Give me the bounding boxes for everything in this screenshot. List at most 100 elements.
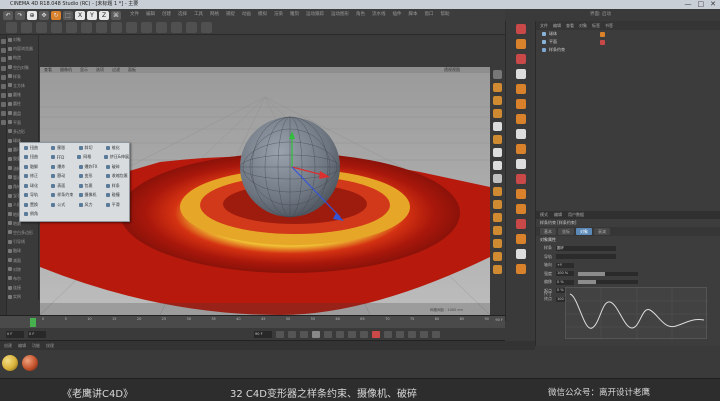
z-axis-lock-icon[interactable]: Z: [99, 10, 109, 20]
points-mode-icon[interactable]: [1, 66, 6, 71]
menu-window[interactable]: 窗口: [425, 11, 434, 19]
menu-render[interactable]: 渲染: [274, 11, 283, 19]
offset-slider[interactable]: [578, 280, 638, 285]
palette-item[interactable]: 圆柱: [7, 99, 38, 108]
autokey-icon[interactable]: [384, 330, 392, 338]
popup-item[interactable]: 风力: [75, 202, 102, 208]
polygons-mode-icon[interactable]: [1, 84, 6, 89]
minimize-button[interactable]: —: [685, 0, 692, 9]
offset-input[interactable]: 0 %: [556, 279, 574, 285]
palette-item[interactable]: 对象: [7, 35, 38, 44]
current-frame-field[interactable]: 0 F: [6, 330, 24, 338]
redo-icon[interactable]: ↷: [15, 10, 25, 20]
deformer-icon[interactable]: [111, 22, 122, 33]
popup-item[interactable]: 斜切: [75, 145, 102, 151]
popup-item[interactable]: 公式: [47, 202, 74, 208]
rotation-key-icon[interactable]: [420, 330, 428, 338]
axis-mode-icon[interactable]: [1, 93, 6, 98]
keyframe-selection-icon[interactable]: [396, 330, 404, 338]
play-icon[interactable]: [312, 330, 320, 338]
white-tool-icon[interactable]: [493, 122, 502, 131]
popup-item[interactable]: 样条: [102, 183, 129, 189]
popup-item[interactable]: FFD: [47, 155, 74, 160]
orange-tool-icon[interactable]: [516, 39, 526, 49]
white-tool-icon[interactable]: [516, 129, 526, 139]
array-icon[interactable]: [96, 22, 107, 33]
spline-pen-icon[interactable]: [66, 22, 77, 33]
start-frame-field[interactable]: 0 F: [28, 330, 46, 338]
camera-icon[interactable]: [141, 22, 152, 33]
rail-link-field[interactable]: [556, 254, 616, 260]
end-frame-field[interactable]: 90 F: [254, 330, 272, 338]
white-tool-icon[interactable]: [493, 148, 502, 157]
menu-mesh[interactable]: 网格: [210, 11, 219, 19]
tag-icon[interactable]: [201, 22, 212, 33]
size-spline-graph[interactable]: [565, 287, 708, 340]
popup-item-spline-wrap[interactable]: 样条约束: [47, 192, 74, 198]
white-tool-icon[interactable]: [516, 249, 526, 259]
object-row-plane[interactable]: 平面: [536, 38, 720, 46]
orange-tool-icon[interactable]: [516, 189, 526, 199]
prev-frame-icon[interactable]: [300, 330, 308, 338]
prev-key-icon[interactable]: [288, 330, 296, 338]
white-tool-icon[interactable]: [493, 161, 502, 170]
menu-snap[interactable]: 捕捉: [226, 11, 235, 19]
viewport-menu-display[interactable]: 显示: [80, 67, 88, 73]
am-menu-edit[interactable]: 编辑: [554, 211, 562, 219]
layout-selector[interactable]: 界面: 启动: [590, 11, 611, 19]
scene-icon[interactable]: [126, 22, 137, 33]
palette-item[interactable]: 多边形: [7, 127, 38, 136]
palette-item[interactable]: 连接: [7, 283, 38, 292]
menu-tools[interactable]: 工具: [194, 11, 203, 19]
tab-object[interactable]: 对象: [576, 228, 592, 235]
record-icon[interactable]: [372, 330, 380, 338]
orange-tool-icon[interactable]: [493, 213, 502, 222]
tab-basic[interactable]: 基本: [540, 228, 556, 235]
popup-item[interactable]: 平滑: [102, 202, 129, 208]
popup-item[interactable]: 置换: [20, 202, 47, 208]
popup-item[interactable]: 摄像机: [75, 192, 102, 198]
popup-item[interactable]: 网格: [73, 154, 100, 160]
material-tag-icon[interactable]: [600, 39, 605, 45]
red-tool-icon[interactable]: [516, 24, 526, 34]
orange-tool-icon[interactable]: [493, 265, 502, 274]
popup-item[interactable]: 表面: [47, 183, 74, 189]
orange-tool-icon[interactable]: [516, 144, 526, 154]
close-button[interactable]: ✕: [710, 0, 716, 9]
current-frame-marker[interactable]: [30, 318, 36, 327]
loop-icon[interactable]: [360, 330, 368, 338]
strength-slider[interactable]: [578, 271, 638, 276]
lock-workplane-icon[interactable]: [1, 120, 6, 125]
palette-item[interactable]: 内容浏览器: [7, 44, 38, 53]
palette-item[interactable]: 对称: [7, 265, 38, 274]
viewport-menu-options[interactable]: 选项: [96, 67, 104, 73]
material-swatch-red[interactable]: [22, 355, 38, 371]
popup-item[interactable]: 爆炸FX: [75, 164, 102, 170]
palette-item[interactable]: 平面: [7, 118, 38, 127]
menu-file[interactable]: 文件: [130, 11, 139, 19]
om-menu-edit[interactable]: 编辑: [553, 21, 561, 30]
tab-falloff[interactable]: 衰减: [594, 228, 610, 235]
am-menu-userdata[interactable]: 用户数据: [568, 211, 584, 219]
x-axis-lock-icon[interactable]: X: [75, 10, 85, 20]
menu-mograph[interactable]: 运动图形: [331, 11, 349, 19]
material-tag-icon[interactable]: [600, 31, 605, 37]
floor-icon[interactable]: [171, 22, 182, 33]
orange-tool-icon[interactable]: [493, 83, 502, 92]
om-menu-view[interactable]: 查看: [566, 21, 574, 30]
om-menu-tags[interactable]: 标签: [592, 21, 600, 30]
viewport-menu-view[interactable]: 查看: [44, 67, 52, 73]
popup-item[interactable]: 挤压&伸展: [100, 154, 129, 160]
mat-menu-create[interactable]: 创建: [4, 341, 12, 350]
popup-item[interactable]: 变形: [75, 173, 102, 179]
edges-mode-icon[interactable]: [1, 75, 6, 80]
axis-dropdown[interactable]: +Y: [556, 262, 574, 268]
coordinate-system-icon[interactable]: ⌘: [111, 10, 121, 20]
orange-tool-icon[interactable]: [516, 114, 526, 124]
orange-tool-icon[interactable]: [516, 264, 526, 274]
red-tool-icon[interactable]: [516, 54, 526, 64]
snap-icon[interactable]: [1, 111, 6, 116]
tweak-mode-icon[interactable]: [1, 102, 6, 107]
popup-item[interactable]: 融解: [20, 164, 47, 170]
menu-sculpt[interactable]: 雕刻: [290, 11, 299, 19]
